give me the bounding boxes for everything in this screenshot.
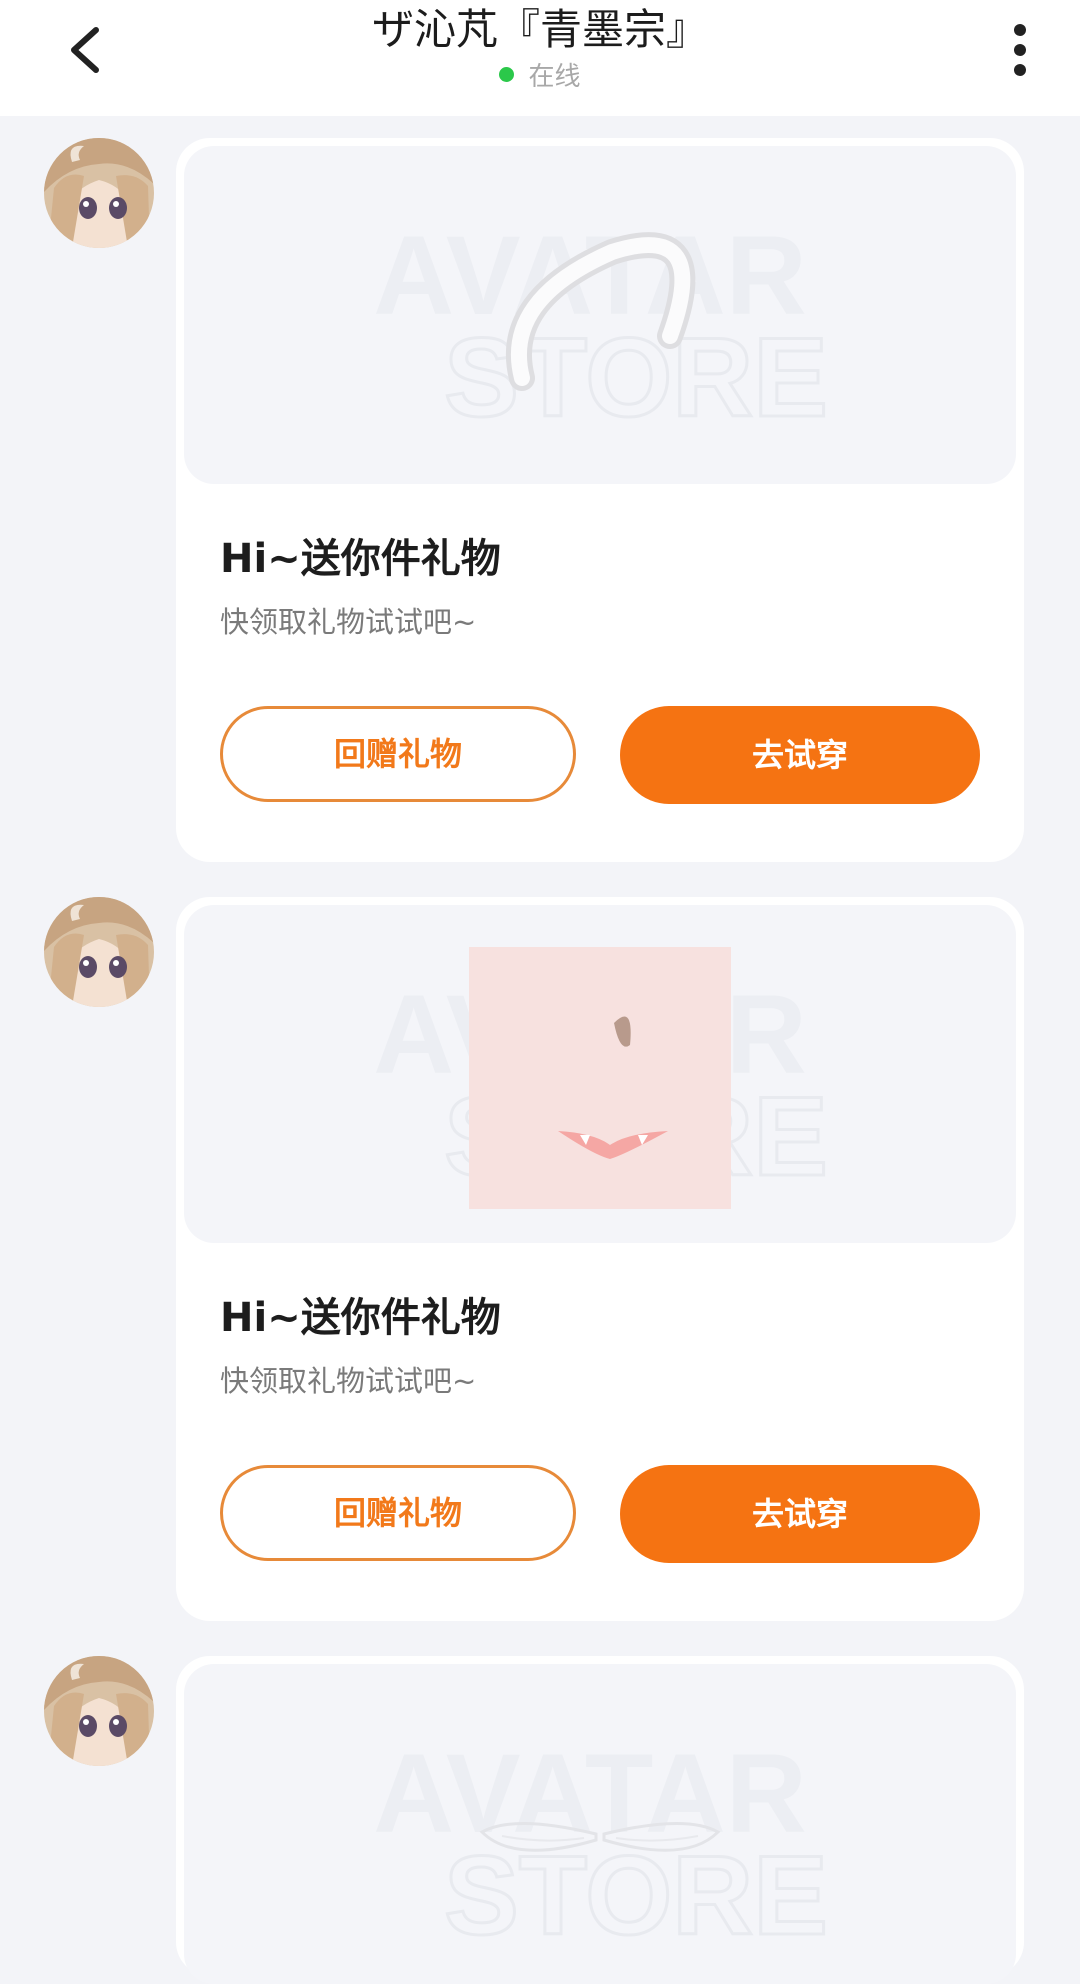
try-on-button[interactable]: 去试穿 bbox=[620, 1465, 980, 1563]
gift-message-subtitle: 快领取礼物试试吧~ bbox=[220, 1364, 477, 1398]
gift-message-title: Hi~送你件礼物 bbox=[220, 1295, 501, 1341]
online-status-label: 在线 bbox=[528, 62, 581, 92]
more-button[interactable] bbox=[996, 20, 1044, 80]
return-gift-button[interactable]: 回赠礼物 bbox=[220, 1465, 576, 1561]
online-dot-icon bbox=[499, 67, 515, 82]
gift-message-subtitle: 快领取礼物试试吧~ bbox=[220, 605, 477, 639]
gift-card: AVATAR STORE Hi~送你件礼物 快领取礼物试试吧~ 回赠礼物 去试穿 bbox=[176, 138, 1024, 862]
sender-avatar[interactable] bbox=[44, 897, 154, 1007]
top-bar: ザ沁芃『青墨宗』 在线 bbox=[0, 0, 1080, 116]
headband-item-icon bbox=[505, 232, 696, 391]
gift-card: AVATAR STORE Hi~送你件礼物 快领取礼物试试吧~ 回赠礼物 去试穿 bbox=[176, 897, 1024, 1621]
gift-preview[interactable]: AVATAR STORE bbox=[184, 146, 1016, 484]
chat-title: ザ沁芃『青墨宗』 bbox=[371, 5, 708, 54]
more-vertical-icon bbox=[1014, 24, 1026, 76]
gift-preview[interactable]: AVATAR STORE bbox=[184, 905, 1016, 1243]
try-on-button[interactable]: 去试穿 bbox=[620, 706, 980, 804]
gift-card: AVATAR STORE bbox=[176, 1656, 1024, 1984]
face-makeup-item-icon bbox=[469, 947, 731, 1209]
online-status: 在线 bbox=[0, 60, 1080, 94]
sender-avatar[interactable] bbox=[44, 138, 154, 248]
gift-message-title: Hi~送你件礼物 bbox=[220, 536, 501, 582]
return-gift-button[interactable]: 回赠礼物 bbox=[220, 706, 576, 802]
wings-item-icon bbox=[479, 1821, 721, 1852]
sender-avatar[interactable] bbox=[44, 1656, 154, 1766]
gift-preview[interactable]: AVATAR STORE bbox=[184, 1664, 1016, 1984]
